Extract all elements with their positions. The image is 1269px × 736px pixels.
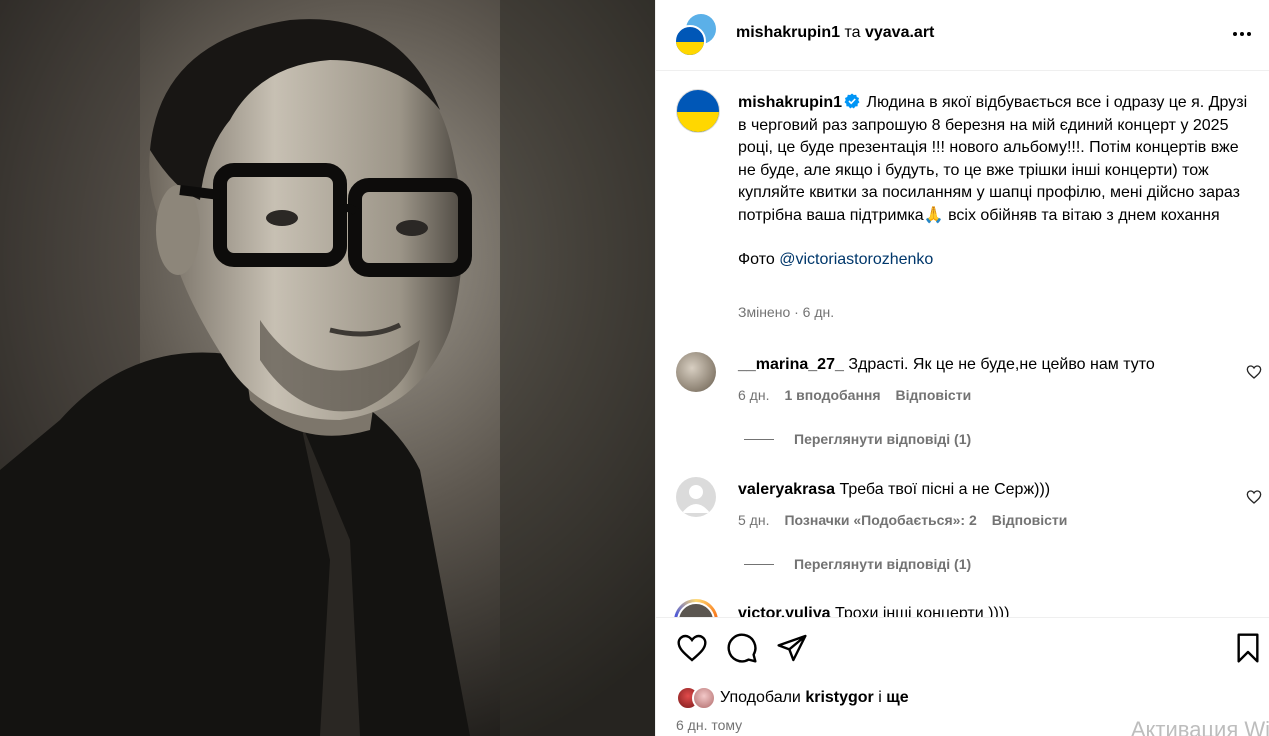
reply-button[interactable]: Відповісти xyxy=(896,387,972,403)
view-replies-label: Переглянути відповіді (1) xyxy=(794,556,972,572)
view-replies-button[interactable]: Переглянути відповіді (1) xyxy=(744,431,971,447)
comment-meta: 5 дн. Позначки «Подобається»: 2 Відповіс… xyxy=(738,512,1067,528)
heart-icon[interactable] xyxy=(676,632,708,664)
comment-username[interactable]: victor.yuliya xyxy=(738,605,831,617)
portrait-image xyxy=(0,0,655,736)
replies-divider xyxy=(744,563,774,565)
photo-label: Фото xyxy=(738,251,775,268)
liker-avatar[interactable] xyxy=(692,686,716,710)
comment-time: 6 дн. xyxy=(738,387,770,403)
commenter-avatar[interactable] xyxy=(676,477,716,517)
comment-username[interactable]: __marina_27_ xyxy=(738,356,844,373)
photo-credit-link[interactable]: @victoriastorozhenko xyxy=(779,251,933,268)
coauthor-username[interactable]: vyava.art xyxy=(865,24,934,41)
default-avatar-icon xyxy=(682,485,710,513)
post-photo[interactable] xyxy=(0,0,655,736)
share-icon[interactable] xyxy=(776,632,808,664)
comment-meta: 6 дн. 1 вподобання Відповісти xyxy=(738,387,971,403)
comment-likes[interactable]: Позначки «Подобається»: 2 xyxy=(784,512,976,528)
post-footer: Уподобали kristygor і ще 6 дн. тому Акти… xyxy=(656,617,1269,736)
post-header: mishakrupin1 та vyava.art xyxy=(656,0,1269,71)
comment-body: __marina_27_ Здрасті. Як це не буде,не ц… xyxy=(738,356,1155,374)
post-time: 6 дн. тому xyxy=(676,717,743,733)
post-caption: mishakrupin1 Людина в якої відбувається … xyxy=(738,92,1248,272)
comment-heart-icon[interactable] xyxy=(1246,364,1262,380)
caption-edited-time: Змінено · 6 дн. xyxy=(738,304,835,320)
windows-activation-watermark: Активация Wi xyxy=(1130,717,1269,736)
liked-by-user[interactable]: kristygor xyxy=(805,689,873,706)
liked-by-text: Уподобали kristygor і ще xyxy=(720,689,909,707)
bookmark-icon[interactable] xyxy=(1232,632,1264,664)
comment-heart-icon[interactable] xyxy=(1246,489,1262,505)
author-connector: та xyxy=(844,24,861,41)
reply-button[interactable]: Відповісти xyxy=(992,512,1068,528)
verified-badge-icon xyxy=(844,93,860,109)
comment-icon[interactable] xyxy=(726,632,758,664)
comment-text: Здрасті. Як це не буде,не цейво нам туто xyxy=(848,356,1155,373)
replies-divider xyxy=(744,438,774,440)
commenter-avatar-story-ring[interactable] xyxy=(674,599,718,617)
comment-text: Треба твої пісні а не Серж))) xyxy=(839,481,1051,498)
liked-by-suffix: і xyxy=(878,689,882,706)
more-horizontal-icon[interactable] xyxy=(1228,22,1256,46)
liked-by-prefix: Уподобали xyxy=(720,689,801,706)
liked-by-more[interactable]: ще xyxy=(886,689,908,706)
author-username[interactable]: mishakrupin1 xyxy=(736,24,840,41)
caption-author-avatar[interactable] xyxy=(676,89,720,133)
comment-username[interactable]: valeryakrasa xyxy=(738,481,835,498)
comment-body: valeryakrasa Треба твої пісні а не Серж)… xyxy=(738,481,1050,499)
author-names: mishakrupin1 та vyava.art xyxy=(736,24,934,42)
caption-username[interactable]: mishakrupin1 xyxy=(738,94,842,111)
view-replies-label: Переглянути відповіді (1) xyxy=(794,431,972,447)
comments-scroll-area[interactable]: mishakrupin1 Людина в якої відбувається … xyxy=(656,72,1269,617)
liked-by: Уподобали kristygor і ще xyxy=(676,686,909,710)
commenter-avatar[interactable] xyxy=(676,352,716,392)
view-replies-button[interactable]: Переглянути відповіді (1) xyxy=(744,556,971,572)
comment-text: Трохи інші концерти )))) xyxy=(834,605,1010,617)
comment-time: 5 дн. xyxy=(738,512,770,528)
caption-text: Людина в якої відбувається все і одразу … xyxy=(738,94,1252,224)
comment-likes[interactable]: 1 вподобання xyxy=(784,387,880,403)
comment-body: victor.yuliya Трохи інші концерти )))) xyxy=(738,605,1009,617)
author-avatar[interactable] xyxy=(674,25,706,57)
post-details-panel: mishakrupin1 та vyava.art mishakrupin1 Л… xyxy=(655,0,1269,736)
author-avatars[interactable] xyxy=(674,14,720,57)
